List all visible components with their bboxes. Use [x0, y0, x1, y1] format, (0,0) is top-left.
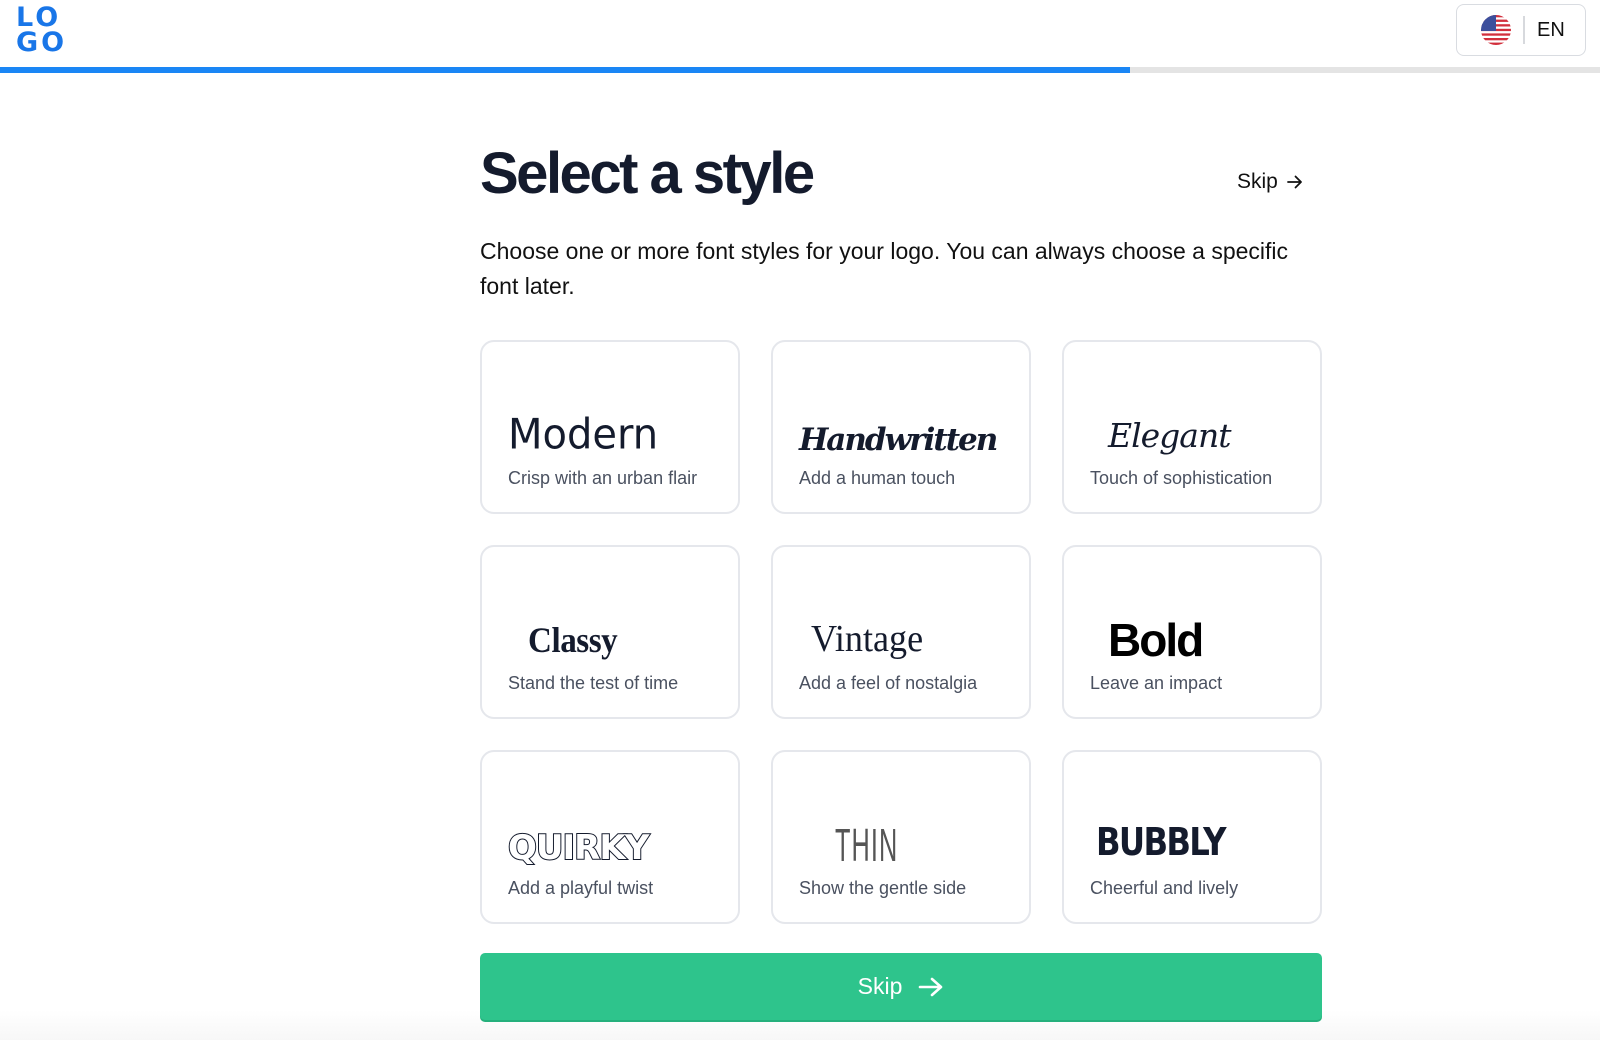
style-description: Add a human touch — [799, 468, 956, 488]
arrow-right-icon — [1286, 175, 1302, 189]
style-name: Classy — [528, 620, 618, 660]
skip-button[interactable]: Skip — [480, 953, 1322, 1020]
style-name: Modern — [508, 410, 659, 460]
style-name: Vintage — [811, 618, 924, 660]
style-grid: Modern Crisp with an urban flair Handwri… — [480, 340, 1322, 924]
style-description: Stand the test of time — [508, 673, 679, 693]
style-name: Elegant — [1108, 416, 1231, 455]
style-description: Touch of sophistication — [1090, 468, 1273, 488]
style-description: Show the gentle side — [799, 878, 967, 898]
page-title: Select a style — [480, 141, 815, 206]
style-card-handwritten[interactable]: Handwritten Add a human touch — [771, 340, 1031, 514]
style-card-vintage[interactable]: Vintage Add a feel of nostalgia — [771, 545, 1031, 719]
us-flag-icon — [1481, 15, 1511, 45]
style-description: Cheerful and lively — [1090, 878, 1239, 898]
language-label: EN — [1537, 18, 1565, 41]
progress-bar-fill — [0, 67, 1130, 73]
style-description: Add a playful twist — [508, 878, 654, 898]
style-card-thin[interactable]: THIN Show the gentle side — [771, 750, 1031, 924]
language-selector[interactable]: EN — [1456, 4, 1586, 56]
skip-link[interactable]: Skip — [1237, 170, 1304, 194]
style-description: Crisp with an urban flair — [508, 468, 698, 488]
logo-line-2: GO — [16, 27, 68, 58]
arrow-right-icon — [919, 977, 943, 996]
style-card-modern[interactable]: Modern Crisp with an urban flair — [480, 340, 740, 514]
style-card-classy[interactable]: Classy Stand the test of time — [480, 545, 740, 719]
style-name: Handwritten — [799, 422, 998, 458]
style-description: Leave an impact — [1090, 673, 1223, 693]
style-name: Bold — [1108, 614, 1204, 666]
style-name: QUIRKY — [507, 827, 650, 869]
language-divider — [1523, 16, 1525, 44]
top-header: LO GO EN — [0, 0, 1600, 68]
style-description: Add a feel of nostalgia — [799, 673, 978, 693]
page-description: Choose one or more font styles for your … — [480, 238, 1289, 299]
style-name: THIN — [835, 819, 899, 871]
skip-button-label: Skip — [857, 973, 903, 999]
style-card-quirky[interactable]: QUIRKY Add a playful twist — [480, 750, 740, 924]
logo[interactable]: LO GO — [16, 4, 70, 58]
style-card-elegant[interactable]: Elegant Touch of sophistication — [1062, 340, 1322, 514]
style-card-bold[interactable]: Bold Leave an impact — [1062, 545, 1322, 719]
skip-link-label: Skip — [1237, 170, 1278, 193]
style-name: BUBBLY — [1096, 820, 1227, 864]
progress-bar — [0, 67, 1600, 73]
style-card-bubbly[interactable]: BUBBLY Cheerful and lively — [1062, 750, 1322, 924]
